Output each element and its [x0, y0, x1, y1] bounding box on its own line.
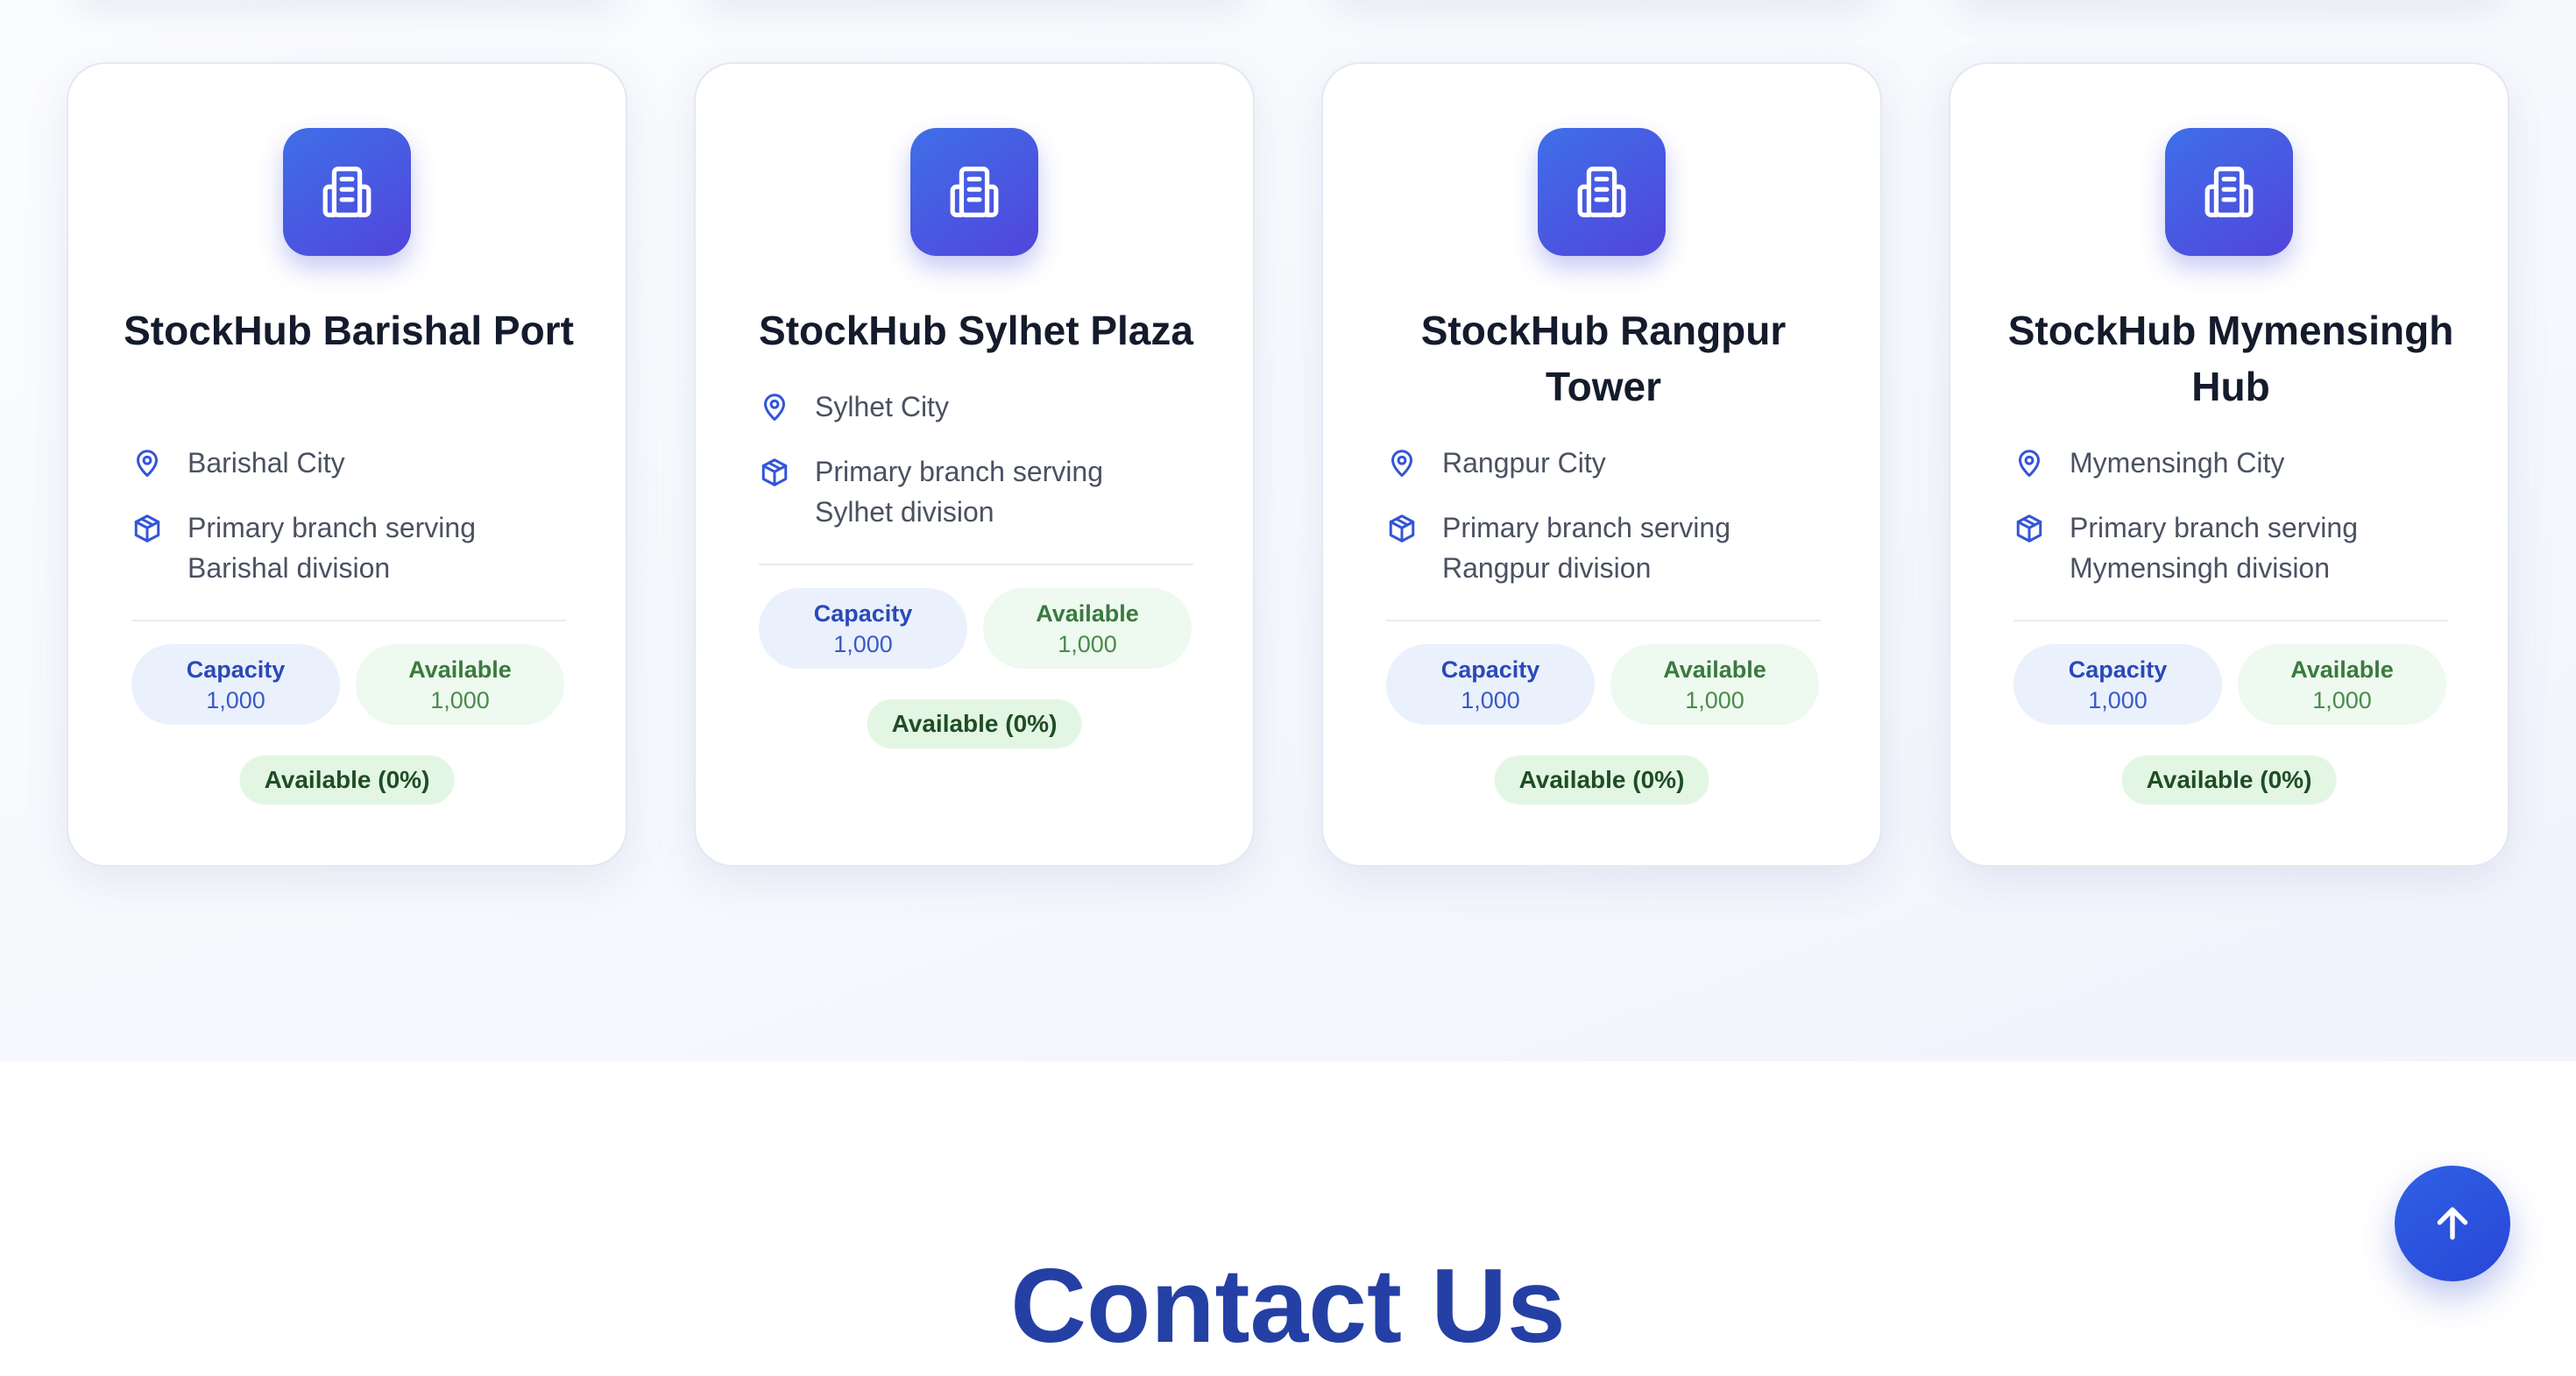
scroll-to-top-button[interactable] — [2395, 1166, 2510, 1281]
description-row: Primary branch serving Sylhet division — [759, 451, 1214, 532]
divider — [2013, 620, 2448, 621]
capacity-label: Capacity — [186, 656, 286, 683]
warehouse-card[interactable]: StockHub Sylhet Plaza Sylhet City Primar… — [694, 62, 1255, 867]
capacity-label: Capacity — [1440, 656, 1540, 683]
available-label: Available — [2290, 656, 2394, 683]
map-pin-icon — [137, 450, 158, 477]
description-row: Primary branch serving Barishal division — [131, 507, 587, 588]
available-stat: Available 1,000 — [983, 588, 1192, 669]
status-badge: Available (0%) — [1494, 755, 1709, 805]
capacity-stat: Capacity 1,000 — [1386, 644, 1595, 725]
location-text: Sylhet City — [815, 391, 949, 422]
available-label: Available — [408, 656, 512, 683]
building-icon — [1538, 128, 1666, 256]
divider — [1386, 620, 1821, 621]
description-text: Primary branch serving Rangpur division — [1442, 512, 1730, 584]
available-value: 1,000 — [2312, 687, 2372, 713]
warehouse-card[interactable]: StockHub Rangpur Tower Rangpur City Prim… — [1321, 62, 1882, 867]
available-value: 1,000 — [1685, 687, 1744, 713]
arrow-up-icon — [2437, 1207, 2468, 1240]
description-row: Primary branch serving Rangpur division — [1386, 507, 1842, 588]
available-value: 1,000 — [430, 687, 490, 713]
box-icon — [2016, 514, 2042, 543]
building-icon — [910, 128, 1038, 256]
capacity-value: 1,000 — [2088, 687, 2148, 713]
capacity-label: Capacity — [813, 600, 913, 627]
location-text: Rangpur City — [1442, 447, 1606, 479]
warehouse-name: StockHub Barishal Port — [124, 308, 574, 353]
status-badge: Available (0%) — [239, 755, 455, 805]
box-icon — [1389, 514, 1415, 543]
warehouses-section: StockHub Barishal Port Barishal City Pri… — [0, 0, 2576, 1061]
available-value: 1,000 — [1058, 631, 1117, 657]
capacity-stat: Capacity 1,000 — [2013, 644, 2222, 725]
location-row: Barishal City — [131, 443, 587, 483]
capacity-stat: Capacity 1,000 — [759, 588, 967, 669]
available-stat: Available 1,000 — [356, 644, 564, 725]
capacity-label: Capacity — [2068, 656, 2168, 683]
location-row: Rangpur City — [1386, 443, 1842, 483]
location-text: Mymensingh City — [2070, 447, 2285, 479]
capacity-value: 1,000 — [1461, 687, 1520, 713]
building-icon — [283, 128, 411, 256]
status-badge: Available (0%) — [867, 699, 1082, 748]
box-icon — [134, 514, 160, 543]
divider — [131, 620, 566, 621]
available-stat: Available 1,000 — [2238, 644, 2446, 725]
divider — [759, 564, 1193, 565]
location-text: Barishal City — [188, 447, 345, 479]
box-icon — [761, 458, 788, 486]
location-row: Mymensingh City — [2013, 443, 2469, 483]
map-pin-icon — [2019, 450, 2040, 477]
map-pin-icon — [764, 394, 785, 421]
available-label: Available — [1663, 656, 1766, 683]
warehouse-name: StockHub Rangpur Tower — [1420, 308, 1787, 409]
description-text: Primary branch serving Sylhet division — [815, 456, 1103, 528]
description-row: Primary branch serving Mymensingh divisi… — [2013, 507, 2469, 588]
description-text: Primary branch serving Barishal division — [188, 512, 476, 584]
map-pin-icon — [1391, 450, 1412, 477]
warehouse-card[interactable]: StockHub Mymensingh Hub Mymensingh City … — [1949, 62, 2509, 867]
contact-section-title: Contact Us — [1010, 1247, 1566, 1365]
warehouse-name: StockHub Sylhet Plaza — [759, 308, 1193, 353]
status-badge: Available (0%) — [2121, 755, 2337, 805]
capacity-value: 1,000 — [206, 687, 265, 713]
description-text: Primary branch serving Mymensingh divisi… — [2070, 512, 2358, 584]
location-row: Sylhet City — [759, 387, 1214, 427]
warehouse-name: StockHub Mymensingh Hub — [2007, 308, 2454, 409]
available-stat: Available 1,000 — [1610, 644, 1819, 725]
warehouse-card[interactable]: StockHub Barishal Port Barishal City Pri… — [67, 62, 627, 867]
capacity-value: 1,000 — [833, 631, 893, 657]
capacity-stat: Capacity 1,000 — [131, 644, 340, 725]
building-icon — [2165, 128, 2293, 256]
available-label: Available — [1036, 600, 1139, 627]
